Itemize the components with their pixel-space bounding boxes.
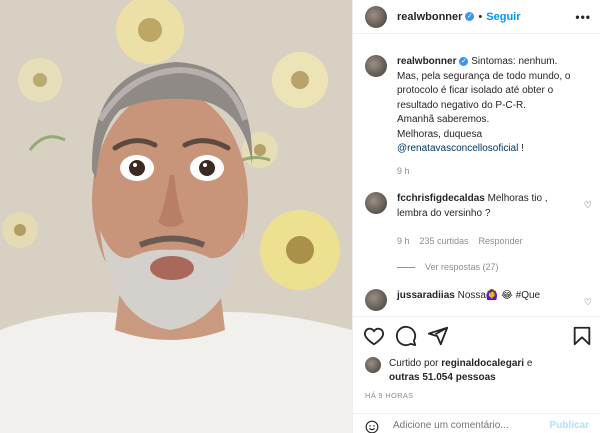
comment-username[interactable]: fcchrisfigdecaldas <box>397 193 485 204</box>
likes-others[interactable]: outras 51.054 pessoas <box>389 372 496 383</box>
caption-line: Melhoras, duquesa <box>397 128 483 140</box>
publish-button[interactable]: Publicar <box>550 420 589 431</box>
share-icon[interactable] <box>427 325 449 347</box>
commenter-avatar[interactable] <box>365 192 387 214</box>
caption-end: ! <box>518 143 524 154</box>
comment-body: fcchrisfigdecaldas Melhoras tio , lembra… <box>397 192 577 221</box>
caption-body: realwbonner ✓ Sintomas: nenhum. Mas, pela… <box>397 55 595 157</box>
likes-summary: Curtido por reginaldocalegari e outras 5… <box>365 357 589 385</box>
view-replies-button[interactable]: Ver respostas (27) <box>397 262 499 272</box>
caption-line: Amanhã saberemos. <box>397 114 490 125</box>
comment-username[interactable]: jussaradiias <box>397 290 455 301</box>
post-header: realwbonner ✓ • Seguir ••• <box>353 0 600 34</box>
comment-text: Nossa🙆‍♀️ 😂 #Que <box>454 290 541 301</box>
comment-body: jussaradiias Nossa🙆‍♀️ 😂 #Que <box>397 289 577 311</box>
caption-line: Sintomas: nenhum. <box>471 56 558 67</box>
caption-line: protocolo é ficar isolado até obter o <box>397 85 554 96</box>
more-options-icon[interactable]: ••• <box>575 10 591 24</box>
add-comment-bar: Publicar <box>353 413 600 433</box>
caption-username[interactable]: realwbonner <box>397 56 456 67</box>
comment-item: jussaradiias Nossa🙆‍♀️ 😂 #Que <box>365 289 597 311</box>
likes-mid: e <box>524 358 533 369</box>
verified-icon: ✓ <box>465 12 475 21</box>
liker-avatar[interactable] <box>365 357 381 373</box>
caption-line: Mas, pela segurança de todo mundo, o <box>397 70 571 82</box>
comment-time[interactable]: 9 h <box>397 236 410 246</box>
bookmark-icon[interactable] <box>571 325 593 347</box>
post-caption: realwbonner ✓ Sintomas: nenhum. Mas, pela… <box>365 55 595 157</box>
commenter-avatar[interactable] <box>365 289 387 311</box>
comment-input[interactable] <box>393 420 543 431</box>
reply-button[interactable]: Responder <box>479 236 523 246</box>
comment-like-icon[interactable]: ♡ <box>584 297 592 308</box>
selfie-image <box>0 0 352 433</box>
author-username[interactable]: realwbonner <box>397 11 462 23</box>
comment-text: Melhoras tio , <box>484 193 548 204</box>
comment-text-line2: lembra do versinho ? <box>397 207 491 219</box>
author-avatar[interactable] <box>365 5 387 28</box>
caption-avatar[interactable] <box>365 55 387 77</box>
likes-prefix: Curtido por <box>389 358 442 369</box>
post-panel: realwbonner ✓ • Seguir ••• realwbonner ✓ … <box>352 0 600 433</box>
verified-icon: ✓ <box>459 57 469 66</box>
likes-text: Curtido por reginaldocalegari e outras 5… <box>389 357 589 385</box>
comment-item: fcchrisfigdecaldas Melhoras tio , lembra… <box>365 192 597 221</box>
emoji-icon[interactable] <box>365 420 379 433</box>
follow-button[interactable]: Seguir <box>486 11 520 23</box>
liker-username[interactable]: reginaldocalegari <box>441 358 524 369</box>
view-replies-label: Ver respostas (27) <box>425 262 499 272</box>
comment-likes[interactable]: 235 curtidas <box>420 236 469 246</box>
post-photo[interactable] <box>0 0 352 433</box>
action-bar <box>353 316 600 352</box>
caption-time[interactable]: 9 h <box>397 166 410 176</box>
post-timestamp[interactable]: HÁ 9 HORAS <box>365 391 413 400</box>
comment-like-icon[interactable]: ♡ <box>584 200 592 211</box>
comment-icon[interactable] <box>395 325 417 347</box>
caption-line: resultado negativo do P-C-R. <box>397 99 526 111</box>
replies-divider <box>397 266 415 268</box>
comment-meta: 9 h 235 curtidas Responder <box>397 236 523 246</box>
separator-dot: • <box>478 10 483 23</box>
heart-icon[interactable] <box>363 325 385 347</box>
caption-mention[interactable]: @renatavasconcellosoficial <box>397 143 518 154</box>
